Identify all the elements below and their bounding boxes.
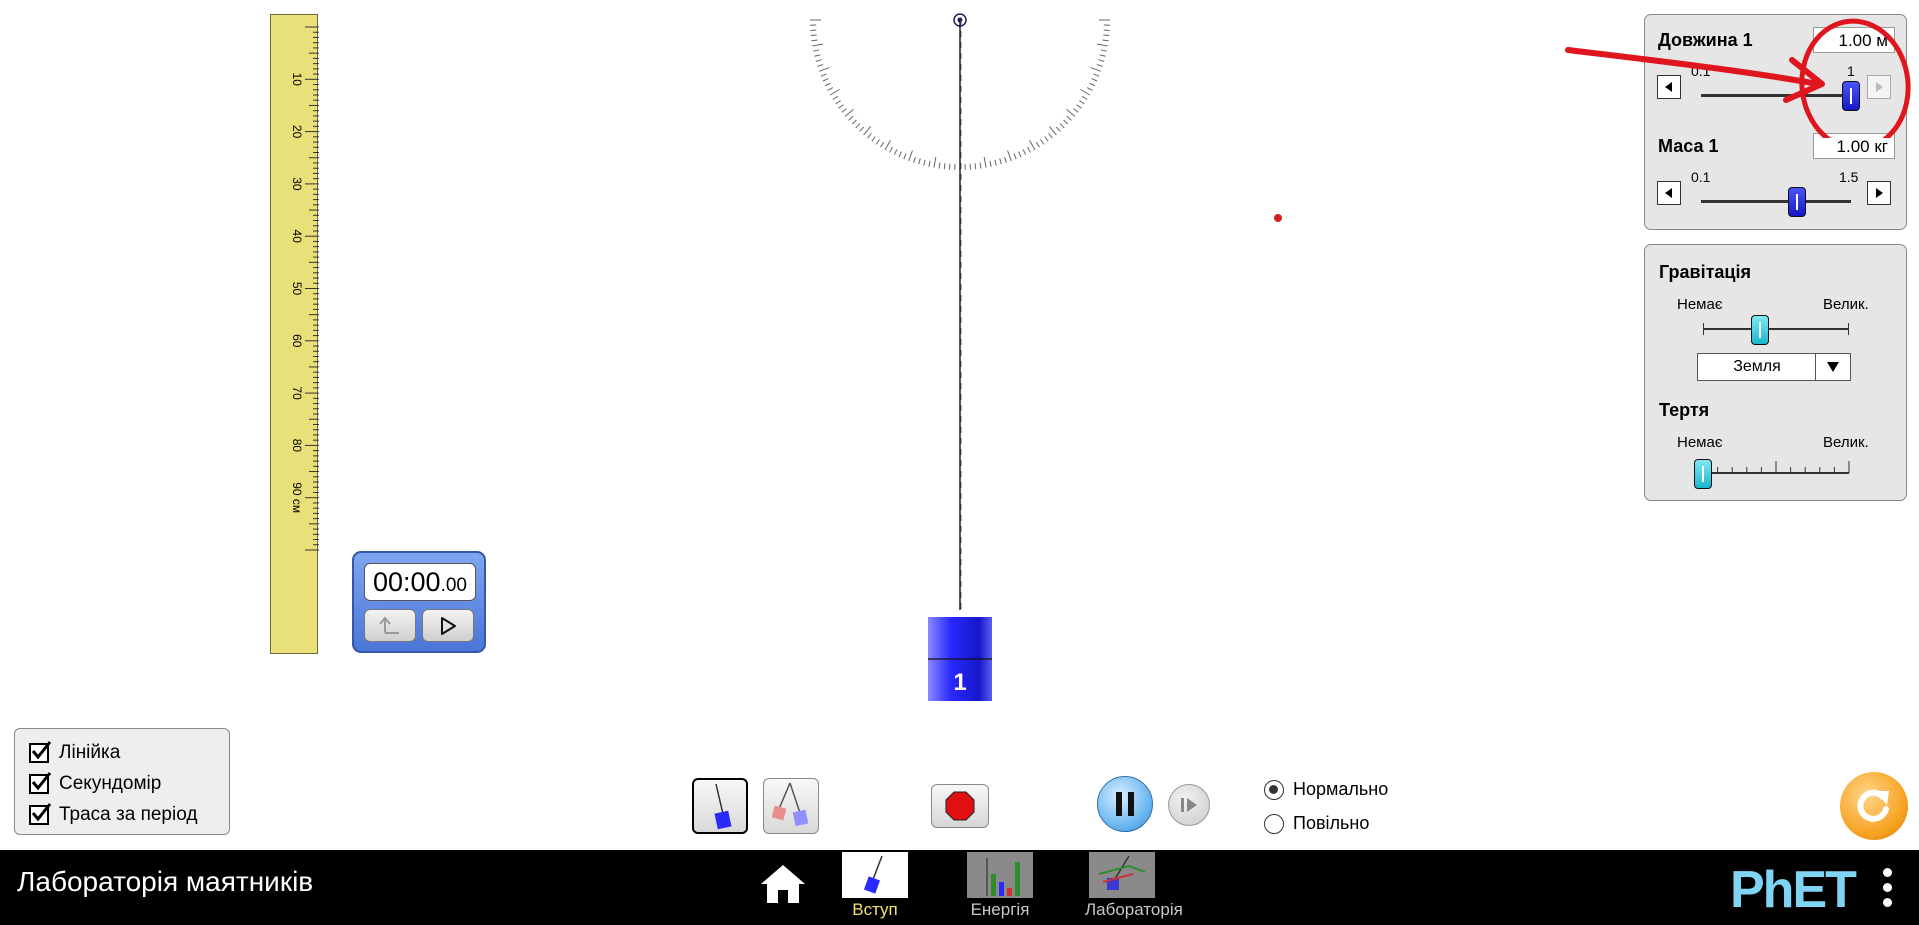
sim-title: Лабораторія маятників bbox=[17, 866, 314, 897]
friction-slider-thumb[interactable] bbox=[1694, 459, 1712, 489]
check-icon bbox=[31, 771, 52, 790]
tab-intro[interactable]: Вступ bbox=[840, 852, 910, 920]
check-icon bbox=[31, 740, 52, 759]
tab-intro-label: Вступ bbox=[852, 900, 898, 919]
mass-slider-thumb[interactable] bbox=[1788, 187, 1806, 217]
mass-number-label: 1 bbox=[953, 669, 966, 696]
stop-button[interactable] bbox=[931, 784, 989, 828]
speed-slow-radio[interactable] bbox=[1264, 813, 1284, 834]
tab-lab[interactable]: Лабораторія bbox=[1085, 852, 1183, 920]
kebab-menu-icon[interactable] bbox=[1881, 868, 1893, 910]
step-forward-button[interactable] bbox=[1168, 784, 1210, 826]
stopwatch-fraction: .00 bbox=[440, 575, 467, 596]
mass-title: Маса 1 bbox=[1658, 136, 1719, 156]
play-icon bbox=[441, 616, 456, 635]
stopwatch-checkbox[interactable] bbox=[29, 771, 52, 794]
home-button[interactable] bbox=[758, 862, 814, 912]
chevron-down-icon bbox=[1815, 354, 1850, 380]
visibility-panel: Лінійка Секундомір Траса за період bbox=[14, 728, 230, 835]
ruler-label: 60 bbox=[290, 334, 304, 348]
mass-increase-button[interactable] bbox=[1867, 181, 1891, 205]
speed-normal-label: Нормально bbox=[1293, 779, 1389, 799]
ruler-label: 40 bbox=[290, 230, 304, 244]
single-pendulum-button[interactable] bbox=[692, 778, 748, 834]
gravity-title: Гравітація bbox=[1659, 262, 1751, 282]
ruler-checkbox[interactable] bbox=[29, 740, 52, 763]
stopwatch-play-button[interactable] bbox=[422, 609, 474, 642]
ruler-label: 70 bbox=[290, 386, 304, 400]
annotation-overlay bbox=[1565, 18, 1911, 138]
gravity-min-label: Немає bbox=[1677, 296, 1723, 313]
phet-logo[interactable]: PhET bbox=[1730, 860, 1857, 920]
ruler-checkbox-label: Лінійка bbox=[59, 741, 121, 763]
tab-energy-label: Енергія bbox=[970, 900, 1030, 919]
undo-icon bbox=[379, 615, 399, 634]
tab-energy[interactable]: Енергія bbox=[965, 852, 1035, 920]
lab-tab-icon bbox=[1089, 852, 1155, 898]
ruler-label: 30 bbox=[290, 177, 304, 191]
two-pendulums-button[interactable] bbox=[763, 778, 819, 834]
trace-checkbox-label: Траса за період bbox=[59, 803, 198, 825]
stopwatch[interactable]: 00:00.00 bbox=[352, 551, 486, 653]
reset-all-button[interactable] bbox=[1840, 772, 1908, 840]
arrow-left-icon bbox=[1665, 188, 1672, 198]
gravity-max-label: Велик. bbox=[1823, 296, 1869, 313]
gravity-slider-thumb[interactable] bbox=[1750, 315, 1769, 345]
mass-max-label: 1.5 bbox=[1839, 169, 1859, 185]
home-icon bbox=[761, 865, 805, 903]
pause-icon bbox=[1116, 792, 1134, 816]
mass-decrease-button[interactable] bbox=[1657, 181, 1681, 205]
speed-slow-option[interactable]: Повільно bbox=[1264, 813, 1369, 834]
stop-sign-icon bbox=[945, 791, 975, 821]
arrow-right-icon bbox=[1876, 188, 1883, 198]
ruler-ticks: 10 20 30 40 50 60 70 80 90 см bbox=[290, 26, 319, 551]
pendulum-scene: 1 bbox=[810, 13, 1110, 701]
ruler-label: 10 bbox=[290, 73, 304, 87]
stopwatch-checkbox-label: Секундомір bbox=[59, 772, 162, 794]
pause-button[interactable] bbox=[1097, 776, 1153, 832]
speed-normal-option[interactable]: Нормально bbox=[1264, 779, 1388, 800]
ruler-label: 90 см bbox=[290, 482, 304, 513]
ruler-label: 80 bbox=[290, 439, 304, 453]
gravity-slider-track[interactable] bbox=[1703, 328, 1849, 330]
single-pendulum-icon bbox=[714, 783, 732, 830]
friction-max-label: Велик. bbox=[1823, 434, 1869, 451]
speed-slow-label: Повільно bbox=[1293, 813, 1370, 833]
pendulum-mass[interactable]: 1 bbox=[928, 617, 992, 701]
mass-slider-track[interactable] bbox=[1701, 200, 1851, 203]
navigation-bar: Лабораторія маятників Вступ Енергія Лабо… bbox=[0, 850, 1919, 925]
ruler-checkbox-row[interactable]: Лінійка bbox=[15, 737, 229, 768]
ruler-label: 50 bbox=[290, 282, 304, 296]
stopwatch-display: 00:00.00 bbox=[364, 563, 476, 601]
ruler[interactable]: 10 20 30 40 50 60 70 80 90 см bbox=[270, 14, 319, 654]
tab-lab-label: Лабораторія bbox=[1085, 900, 1183, 919]
friction-min-label: Немає bbox=[1677, 434, 1723, 451]
check-icon bbox=[31, 802, 52, 821]
two-pendulums-icon bbox=[771, 782, 809, 827]
gravity-dropdown[interactable]: Земля bbox=[1697, 353, 1851, 381]
energy-tab-icon bbox=[967, 852, 1033, 898]
stopwatch-checkbox-row[interactable]: Секундомір bbox=[15, 768, 229, 799]
speed-normal-radio[interactable] bbox=[1264, 779, 1284, 800]
mass-min-label: 0.1 bbox=[1691, 169, 1711, 185]
trace-dot bbox=[1274, 214, 1282, 222]
gravity-friction-panel: Гравітація Немає Велик. Земля Тертя Нема… bbox=[1644, 244, 1907, 501]
step-forward-icon bbox=[1181, 798, 1197, 812]
friction-slider-track[interactable] bbox=[1697, 455, 1857, 477]
trace-checkbox-row[interactable]: Траса за період bbox=[15, 799, 229, 830]
reset-icon bbox=[1857, 789, 1889, 822]
intro-tab-icon bbox=[842, 852, 908, 898]
stopwatch-time: 00:00 bbox=[373, 567, 441, 597]
friction-title: Тертя bbox=[1659, 400, 1710, 420]
gravity-dropdown-value: Земля bbox=[1733, 358, 1781, 375]
trace-checkbox[interactable] bbox=[29, 802, 52, 825]
ruler-label: 20 bbox=[290, 125, 304, 139]
stopwatch-reset-button[interactable] bbox=[364, 609, 416, 642]
